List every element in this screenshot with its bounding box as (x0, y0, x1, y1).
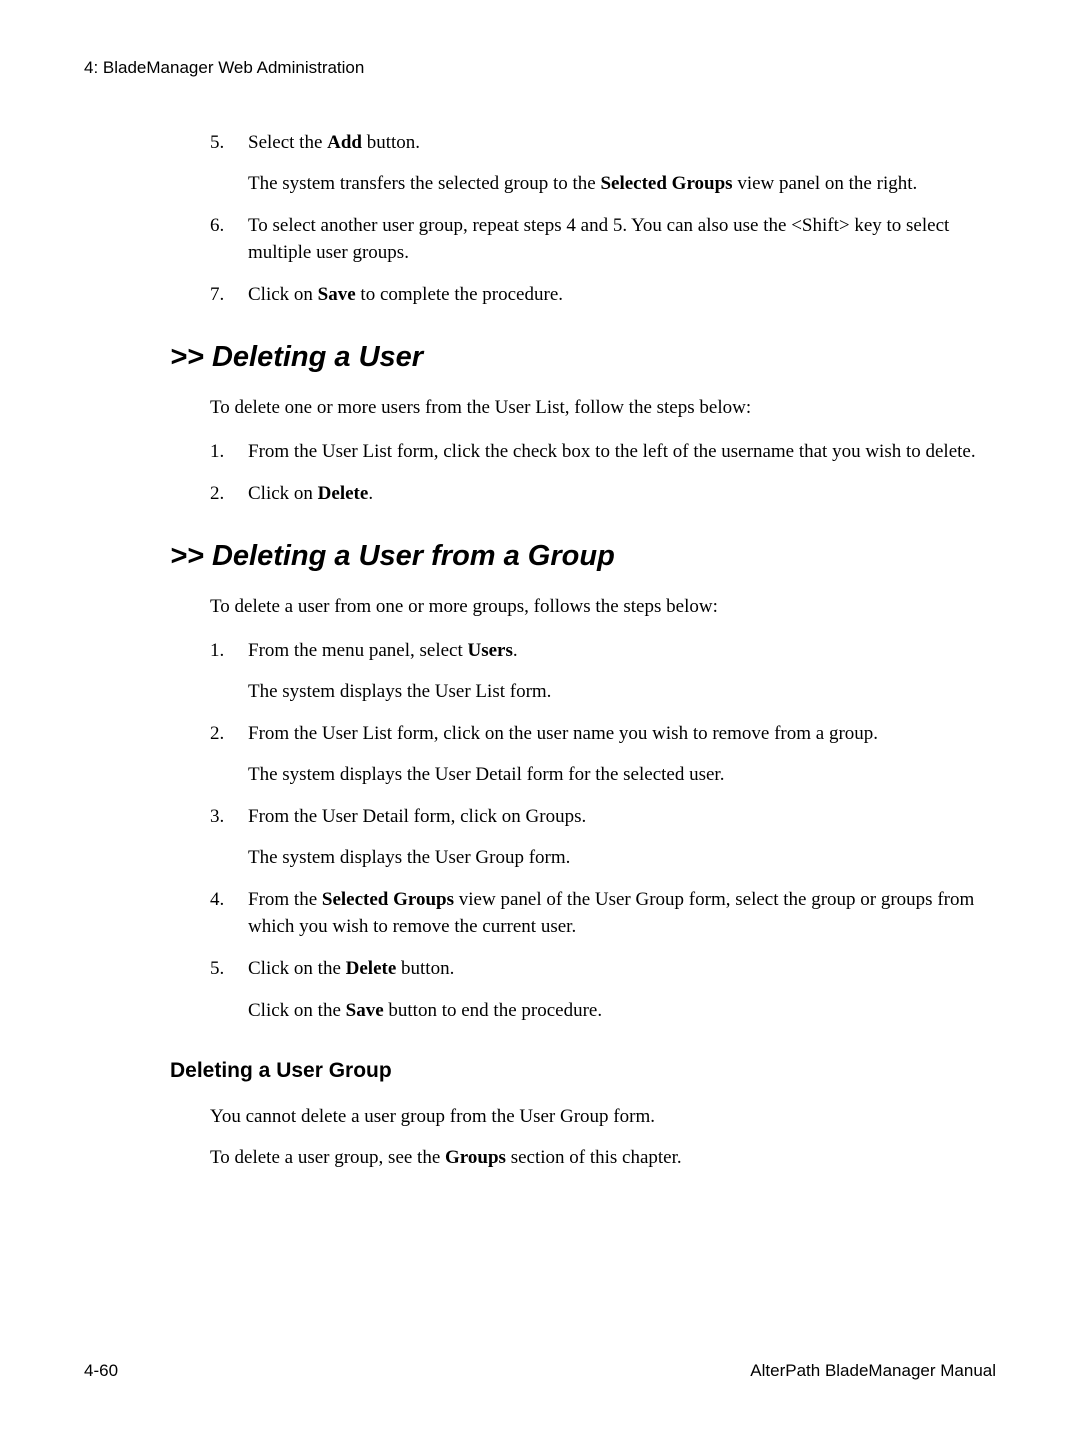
text: Click on (248, 483, 318, 504)
chapter-header: 4: BladeManager Web Administration (84, 56, 996, 81)
step-4: 4. From the Selected Groups view panel o… (210, 886, 986, 941)
text: From the User List form, click on the us… (248, 723, 878, 744)
text: From the menu panel, select (248, 640, 468, 661)
text: button to end the procedure. (384, 1000, 602, 1021)
step-6: 6. To select another user group, repeat … (210, 212, 986, 267)
intro-paragraph: To delete one or more users from the Use… (210, 394, 986, 422)
text: Click on the (248, 1000, 346, 1021)
step-7: 7. Click on Save to complete the procedu… (210, 281, 986, 309)
step-body: From the User List form, click the check… (248, 438, 986, 466)
step-number: 1. (210, 637, 248, 706)
bold-text: Delete (346, 958, 397, 979)
step-body: From the menu panel, select Users. The s… (248, 637, 986, 706)
step-1: 1. From the User List form, click the ch… (210, 438, 986, 466)
step-number: 7. (210, 281, 248, 309)
step-body: From the User Detail form, click on Grou… (248, 803, 986, 872)
step-3: 3. From the User Detail form, click on G… (210, 803, 986, 872)
bold-text: Groups (445, 1147, 506, 1168)
text: section of this chapter. (506, 1147, 682, 1168)
manual-title: AlterPath BladeManager Manual (750, 1359, 996, 1384)
step-2: 2. From the User List form, click on the… (210, 720, 986, 789)
step-number: 5. (210, 129, 248, 198)
page-footer: 4-60 AlterPath BladeManager Manual (84, 1359, 996, 1384)
step-body: Click on Save to complete the procedure. (248, 281, 986, 309)
heading-deleting-user: >> Deleting a User (170, 336, 996, 378)
text: To delete a user group, see the (210, 1147, 445, 1168)
deleting-user-from-group-list: 1. From the menu panel, select Users. Th… (210, 637, 986, 1024)
step-number: 6. (210, 212, 248, 267)
bold-text: Users (468, 640, 513, 661)
step-body: Click on the Delete button. Click on the… (248, 955, 986, 1024)
text: view panel on the right. (733, 173, 918, 194)
step-body: Select the Add button. The system transf… (248, 129, 986, 198)
heading-prefix: >> (170, 540, 212, 572)
step-number: 3. (210, 803, 248, 872)
text: The system transfers the selected group … (248, 173, 600, 194)
text: Click on (248, 284, 318, 305)
step-number: 2. (210, 720, 248, 789)
continuation-list: 5. Select the Add button. The system tra… (210, 129, 986, 309)
step-body: From the User List form, click on the us… (248, 720, 986, 789)
bold-text: Add (327, 132, 362, 153)
step-number: 5. (210, 955, 248, 1024)
text: From the User Detail form, click on Grou… (248, 806, 586, 827)
step-2: 2. Click on Delete. (210, 480, 986, 508)
step-number: 2. (210, 480, 248, 508)
step-sub: The system displays the User Detail form… (248, 761, 986, 789)
text: Click on the (248, 958, 346, 979)
step-body: To select another user group, repeat ste… (248, 212, 986, 267)
heading-deleting-user-from-group: >> Deleting a User from a Group (170, 535, 996, 577)
step-1: 1. From the menu panel, select Users. Th… (210, 637, 986, 706)
heading-text: Deleting a User from a Group (212, 540, 615, 572)
body-paragraph: You cannot delete a user group from the … (210, 1103, 986, 1131)
step-sub: The system displays the User Group form. (248, 844, 986, 872)
text: button. (362, 132, 420, 153)
step-sub: The system displays the User List form. (248, 678, 986, 706)
text: to complete the procedure. (356, 284, 563, 305)
deleting-user-list: 1. From the User List form, click the ch… (210, 438, 986, 507)
step-sub: The system transfers the selected group … (248, 170, 986, 198)
bold-text: Selected Groups (322, 889, 454, 910)
step-number: 4. (210, 886, 248, 941)
text: . (513, 640, 518, 661)
text: button. (396, 958, 454, 979)
heading-text: Deleting a User (212, 341, 423, 373)
heading-prefix: >> (170, 341, 212, 373)
page-number: 4-60 (84, 1359, 118, 1384)
step-number: 1. (210, 438, 248, 466)
step-5: 5. Select the Add button. The system tra… (210, 129, 986, 198)
heading-deleting-user-group: Deleting a User Group (170, 1056, 996, 1086)
step-sub: Click on the Save button to end the proc… (248, 997, 986, 1025)
bold-text: Selected Groups (600, 173, 732, 194)
text: From the (248, 889, 322, 910)
body-paragraph: To delete a user group, see the Groups s… (210, 1144, 986, 1172)
step-5: 5. Click on the Delete button. Click on … (210, 955, 986, 1024)
bold-text: Delete (318, 483, 369, 504)
step-body: Click on Delete. (248, 480, 986, 508)
bold-text: Save (318, 284, 356, 305)
step-body: From the Selected Groups view panel of t… (248, 886, 986, 941)
intro-paragraph: To delete a user from one or more groups… (210, 593, 986, 621)
bold-text: Save (346, 1000, 384, 1021)
text: . (368, 483, 373, 504)
text: Select the (248, 132, 327, 153)
